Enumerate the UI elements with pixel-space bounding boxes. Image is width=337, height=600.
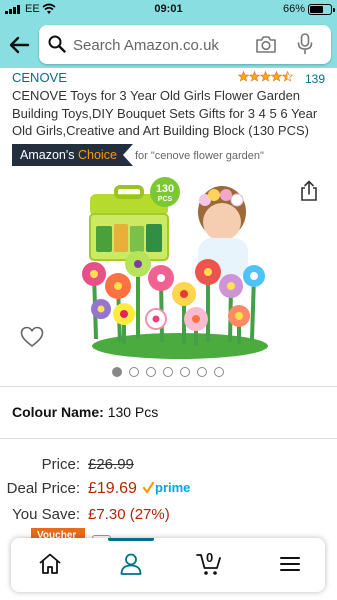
star-rating[interactable]: [238, 71, 294, 82]
choice-keyword: for "cenove flower garden": [135, 150, 264, 162]
back-arrow-icon[interactable]: [6, 32, 32, 58]
savings-amount: £7.30 (27%): [88, 506, 170, 523]
amazons-choice-badge: Amazon's Choice: [12, 144, 133, 166]
list-price: £26.99: [88, 456, 134, 473]
deal-price: £19.69: [88, 480, 137, 497]
battery-icon: [308, 4, 335, 15]
image-badge-unit: PCS: [158, 196, 173, 203]
carousel-dot[interactable]: [128, 367, 139, 377]
status-bar: EE 09:01 66%: [0, 0, 337, 20]
brand-link[interactable]: CENOVE: [12, 70, 67, 85]
price-label: Price:: [41, 456, 80, 473]
prime-label: prime: [155, 481, 190, 495]
microphone-icon[interactable]: [297, 33, 313, 55]
image-carousel-dots[interactable]: [0, 367, 337, 377]
nav-menu[interactable]: [273, 548, 307, 580]
share-icon[interactable]: [299, 180, 319, 202]
search-icon: [48, 35, 66, 53]
menu-icon: [280, 557, 300, 571]
camera-icon[interactable]: [255, 35, 277, 54]
carousel-dot[interactable]: [162, 367, 173, 377]
colour-label: Colour Name:: [12, 404, 104, 420]
heart-icon[interactable]: [20, 326, 44, 348]
carousel-dot[interactable]: [145, 367, 156, 377]
review-count[interactable]: 139: [305, 72, 325, 86]
home-icon: [39, 553, 61, 574]
carousel-dot[interactable]: [213, 367, 224, 377]
app-header: EE 09:01 66%: [0, 0, 337, 68]
deal-price-label: Deal Price:: [6, 480, 80, 497]
carousel-dot[interactable]: [111, 367, 122, 377]
cart-count: 0: [206, 550, 214, 565]
carousel-dot[interactable]: [196, 367, 207, 377]
choice-badge-prefix: Amazon's: [20, 148, 75, 162]
nav-account[interactable]: [114, 548, 148, 580]
colour-selection: Colour Name: 130 Pcs: [12, 404, 158, 420]
battery-percent: 66%: [283, 3, 306, 15]
carousel-dot[interactable]: [179, 367, 190, 377]
bottom-navigation: 0: [11, 538, 325, 592]
product-image[interactable]: 130 PCS: [76, 174, 272, 362]
nav-cart[interactable]: 0: [192, 548, 226, 580]
image-badge-count: 130: [156, 183, 174, 195]
account-icon: [120, 553, 142, 575]
choice-badge-highlight: Choice: [77, 148, 117, 162]
you-save-label: You Save:: [12, 506, 80, 523]
prime-logo: prime: [143, 481, 190, 495]
section-divider: [0, 386, 337, 387]
section-divider: [0, 438, 337, 439]
product-page: EE 09:01 66% Search Amazon.co.uk CENOVE …: [0, 0, 337, 600]
search-bar[interactable]: [39, 25, 331, 64]
product-title: CENOVE Toys for 3 Year Old Girls Flower …: [12, 88, 318, 138]
nav-home[interactable]: [33, 548, 67, 580]
search-input[interactable]: [73, 34, 253, 56]
active-tab-indicator: [108, 538, 154, 541]
colour-value: 130 Pcs: [107, 404, 159, 420]
